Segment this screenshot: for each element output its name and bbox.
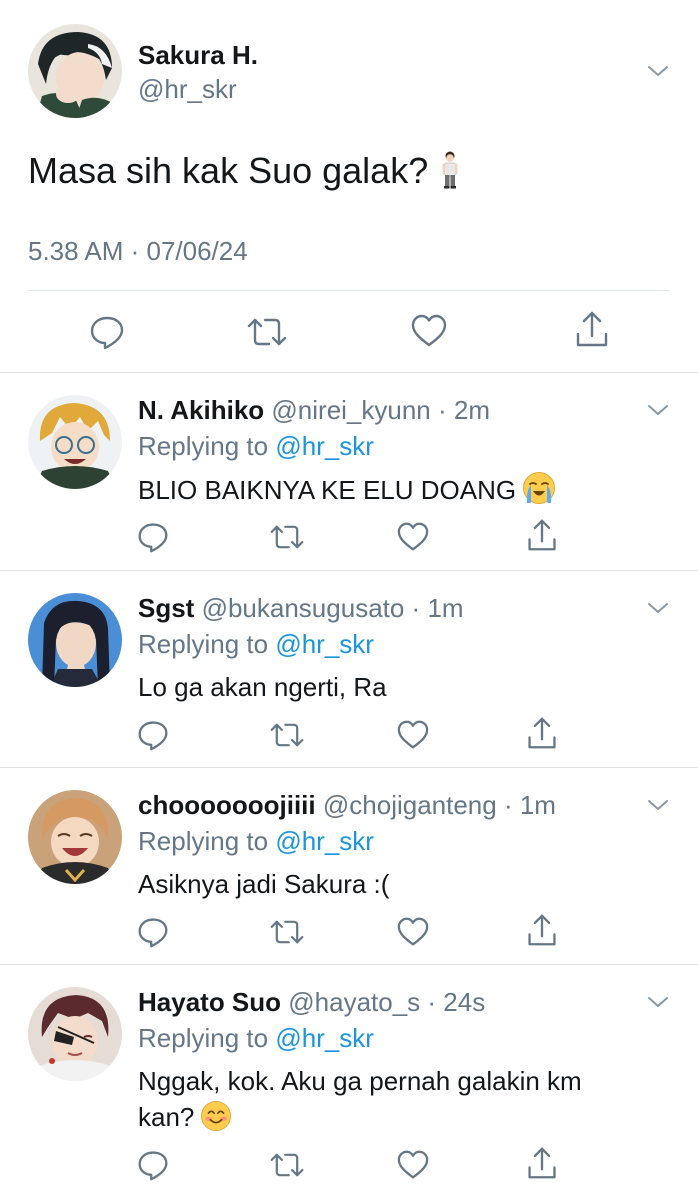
reply-meta[interactable]: @bukansugusato · 1m [202,593,464,623]
reply-author-name[interactable]: Sgst [138,593,194,623]
reply-header: chooooooojiiii @chojiganteng · 1m [138,790,556,821]
reply-text: Nggak, kok. Aku ga pernah galakin km kan… [138,1063,638,1141]
retweet-icon[interactable] [270,1151,304,1184]
tweet-timestamp: 5.38 AM · 07/06/24 [28,236,248,266]
chevron-down-icon[interactable] [647,798,669,812]
replying-to-link[interactable]: @hr_skr [275,629,374,659]
reply-icon[interactable] [137,719,169,756]
reply-text: Asiknya jadi Sakura :( [138,866,658,902]
reply-meta[interactable]: @hayato_s · 24s [288,987,485,1017]
replying-to: Replying to @hr_skr [138,1023,374,1054]
replying-to: Replying to @hr_skr [138,826,374,857]
author-handle[interactable]: @hr_skr [138,74,237,105]
like-icon[interactable] [397,1150,429,1185]
replying-to-prefix: Replying to [138,826,276,856]
replying-to-prefix: Replying to [138,629,276,659]
like-icon[interactable] [397,522,429,557]
like-icon[interactable] [411,314,447,353]
reply-author-name[interactable]: chooooooojiiii [138,790,316,820]
reply-icon[interactable] [89,314,125,355]
reply-text-content: Asiknya jadi Sakura :( [138,869,390,899]
reply-author-name[interactable]: Hayato Suo [138,987,281,1017]
avatar-sgst[interactable] [28,593,122,687]
person-standing-emoji [440,151,460,198]
replying-to: Replying to @hr_skr [138,629,374,660]
author-name[interactable]: Sakura H. [138,40,258,71]
chevron-down-icon[interactable] [647,64,669,78]
reply-meta[interactable]: @nirei_kyunn · 2m [271,395,490,425]
smiling-emoji [200,1100,232,1141]
main-tweet: Sakura H. @hr_skr Masa sih kak Suo galak… [0,0,698,372]
retweet-icon[interactable] [270,721,304,754]
crying-emoji [522,471,556,514]
replying-to-prefix: Replying to [138,1023,276,1053]
share-icon[interactable] [526,518,558,557]
chevron-down-icon[interactable] [647,995,669,1009]
replying-to-link[interactable]: @hr_skr [275,431,374,461]
reply-text: BLIO BAIKNYA KE ELU DOANG [138,471,658,514]
reply-icon[interactable] [137,521,169,558]
reply-meta[interactable]: @chojiganteng · 1m [323,790,556,820]
share-icon[interactable] [526,1146,558,1185]
share-icon[interactable] [526,913,558,952]
reply-header: Hayato Suo @hayato_s · 24s [138,987,485,1018]
avatar-akihiko[interactable] [28,395,122,489]
reply-header: Sgst @bukansugusato · 1m [138,593,464,624]
avatar-hayato[interactable] [28,987,122,1081]
share-icon[interactable] [574,310,610,353]
like-icon[interactable] [397,720,429,755]
retweet-icon[interactable] [270,523,304,556]
reply-header: N. Akihiko @nirei_kyunn · 2m [138,395,490,426]
retweet-icon[interactable] [247,316,287,353]
share-icon[interactable] [526,716,558,755]
avatar-sakura[interactable] [28,24,122,118]
reply-text-content: Lo ga akan ngerti, Ra [138,672,387,702]
reply-tweet[interactable]: Hayato Suo @hayato_s · 24s Replying to @… [0,965,698,1200]
reply-tweet[interactable]: Sgst @bukansugusato · 1m Replying to @hr… [0,571,698,767]
reply-tweet[interactable]: chooooooojiiii @chojiganteng · 1m Replyi… [0,768,698,964]
divider [28,290,670,291]
replying-to: Replying to @hr_skr [138,431,374,462]
replying-to-prefix: Replying to [138,431,276,461]
reply-icon[interactable] [137,916,169,953]
replying-to-link[interactable]: @hr_skr [275,826,374,856]
reply-tweet[interactable]: N. Akihiko @nirei_kyunn · 2m Replying to… [0,373,698,570]
tweet-text-content: Masa sih kak Suo galak? [28,150,429,191]
reply-author-name[interactable]: N. Akihiko [138,395,264,425]
tweet-actions [0,310,698,356]
reply-icon[interactable] [137,1149,169,1186]
avatar-choji[interactable] [28,790,122,884]
replying-to-link[interactable]: @hr_skr [275,1023,374,1053]
like-icon[interactable] [397,917,429,952]
tweet-text: Masa sih kak Suo galak? [28,150,460,198]
retweet-icon[interactable] [270,918,304,951]
chevron-down-icon[interactable] [647,403,669,417]
reply-text: Lo ga akan ngerti, Ra [138,669,658,705]
reply-text-content: BLIO BAIKNYA KE ELU DOANG [138,475,517,505]
chevron-down-icon[interactable] [647,601,669,615]
